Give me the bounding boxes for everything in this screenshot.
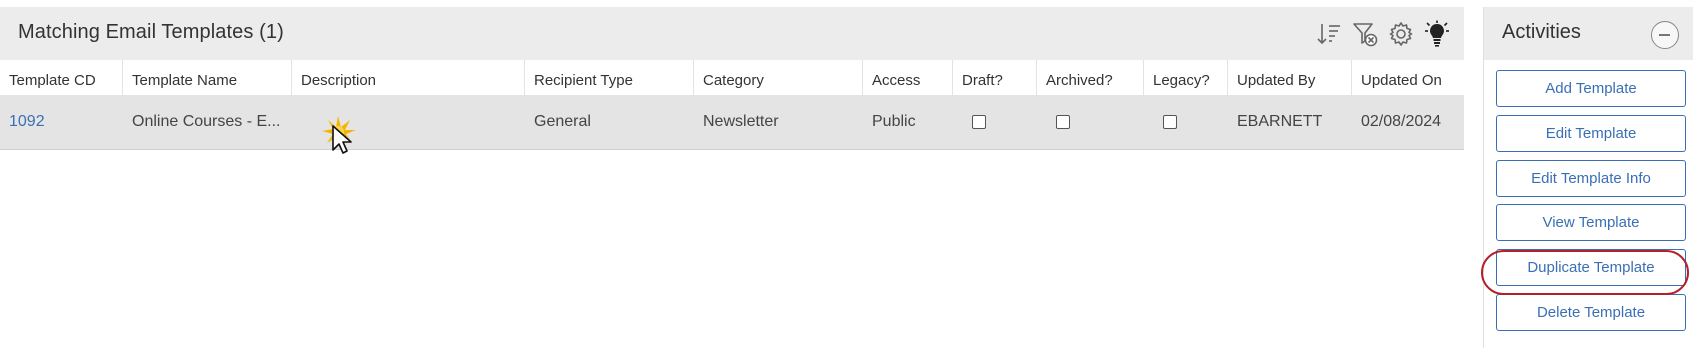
legacy-checkbox[interactable]: [1163, 115, 1177, 129]
col-header-updated-by[interactable]: Updated By: [1228, 60, 1352, 100]
cell-template-cd[interactable]: 1092: [0, 95, 123, 149]
col-header-template-name[interactable]: Template Name: [123, 60, 292, 100]
sort-descending-icon[interactable]: [1314, 19, 1344, 49]
draft-checkbox[interactable]: [972, 115, 986, 129]
cell-template-name: Online Courses - E...: [132, 113, 281, 130]
cell-category: Newsletter: [703, 113, 779, 130]
col-header-draft[interactable]: Draft?: [953, 60, 1037, 100]
cell-draft: [953, 95, 1037, 149]
activities-title: Activities: [1502, 21, 1581, 43]
archived-checkbox[interactable]: [1056, 115, 1070, 129]
cell-updated-by: EBARNETT: [1237, 113, 1323, 130]
cell-legacy: [1144, 95, 1228, 149]
cell-archived: [1037, 95, 1144, 149]
cell-updated-on: 02/08/2024: [1361, 113, 1442, 130]
activities-header: Activities: [1484, 7, 1693, 60]
col-header-legacy[interactable]: Legacy?: [1144, 60, 1228, 100]
col-header-description[interactable]: Description: [292, 60, 525, 100]
cell-access: Public: [872, 113, 916, 130]
minus-circle-icon[interactable]: [1651, 21, 1679, 49]
mouse-cursor-icon: [322, 116, 356, 154]
grid-toolbar: [1314, 19, 1452, 49]
col-header-access[interactable]: Access: [863, 60, 953, 100]
gear-icon[interactable]: [1386, 19, 1416, 49]
cell-recipient-type: General: [534, 113, 591, 130]
activities-panel: Activities Add Template Edit Template Ed…: [1483, 7, 1693, 348]
edit-template-button[interactable]: Edit Template: [1496, 115, 1686, 152]
col-header-template-cd[interactable]: Template CD: [0, 60, 123, 100]
lightbulb-icon[interactable]: [1422, 19, 1452, 49]
col-header-recipient-type[interactable]: Recipient Type: [525, 60, 694, 100]
clear-filter-icon[interactable]: [1350, 19, 1380, 49]
add-template-button[interactable]: Add Template: [1496, 70, 1686, 107]
col-header-updated-on[interactable]: Updated On: [1352, 60, 1464, 100]
col-header-category[interactable]: Category: [694, 60, 863, 100]
table-row[interactable]: 1092 Online Courses - E... General Newsl…: [0, 95, 1464, 150]
grid-title: Matching Email Templates (1): [18, 21, 284, 43]
col-header-archived[interactable]: Archived?: [1037, 60, 1144, 100]
view-template-button[interactable]: View Template: [1496, 204, 1686, 241]
grid-header: Matching Email Templates (1): [0, 7, 1464, 60]
template-cd-link[interactable]: 1092: [9, 113, 45, 131]
templates-grid-panel: Matching Email Templates (1) Template CD…: [0, 7, 1464, 348]
edit-template-info-button[interactable]: Edit Template Info: [1496, 160, 1686, 197]
duplicate-template-button[interactable]: Duplicate Template: [1496, 249, 1686, 286]
delete-template-button[interactable]: Delete Template: [1496, 294, 1686, 331]
